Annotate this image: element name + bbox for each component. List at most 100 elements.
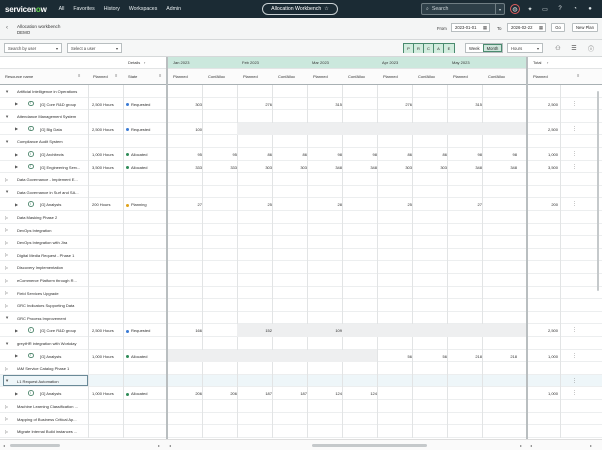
scroll-right-icon[interactable]: ▸	[158, 443, 160, 448]
state-cell[interactable]: Allocated	[126, 165, 147, 170]
project-name[interactable]: Mapping of Business Critical Ap...	[17, 417, 77, 422]
project-name[interactable]: DevOps Integration with Jira	[17, 240, 67, 245]
project-name[interactable]: Compliance Audit System	[17, 139, 63, 144]
state-header[interactable]: State	[128, 74, 137, 79]
planned-value[interactable]: 166	[170, 328, 202, 333]
expand-caret-icon[interactable]: ▶	[15, 164, 18, 169]
horizontal-scrollbar[interactable]: ◂ ▸ ◂ ▸ ◂ ▸	[0, 439, 602, 450]
planned-value[interactable]: 100	[170, 127, 202, 132]
info-icon[interactable]: i	[28, 352, 34, 359]
calendar-icon[interactable]: ▦	[483, 25, 487, 31]
planned-header[interactable]: Planned	[93, 74, 108, 79]
planned-value[interactable]: 218	[450, 354, 482, 359]
confalloc-value[interactable]: 333	[205, 165, 237, 170]
row-menu-icon[interactable]: ⋮	[572, 151, 577, 157]
nav-favorites[interactable]: Favorites	[73, 6, 94, 12]
resource-name[interactable]: [G] Architects	[40, 152, 64, 157]
resource-name[interactable]: [G] Analysts	[40, 354, 61, 359]
row-menu-icon[interactable]: ⋮	[572, 164, 577, 170]
project-name[interactable]: GRC Indicators Supporting Data	[17, 303, 74, 308]
filter-a[interactable]: A	[434, 44, 444, 53]
filter-p[interactable]: P	[404, 44, 414, 53]
project-name[interactable]: Data Governance in Surf and SA...	[17, 190, 79, 195]
confalloc-value[interactable]: 303	[415, 165, 447, 170]
confalloc-value[interactable]: 303	[275, 165, 307, 170]
details-header[interactable]: Details	[128, 60, 140, 65]
row-menu-icon[interactable]: ⋮	[572, 378, 577, 384]
column-menu-icon[interactable]: ≡	[115, 73, 117, 78]
project-name[interactable]: eCommerce Platform through R...	[17, 278, 77, 283]
info-icon[interactable]: ⓘ	[586, 43, 596, 53]
confalloc-value[interactable]: 187	[275, 391, 307, 396]
expand-caret-icon[interactable]: ▷	[5, 303, 8, 308]
expand-caret-icon[interactable]: ▶	[15, 152, 18, 157]
search-scope-dropdown[interactable]: ▾	[495, 4, 504, 15]
sparkle-icon[interactable]: ✦	[525, 3, 535, 15]
planned-value[interactable]: 56	[380, 354, 412, 359]
expand-caret-icon[interactable]: ▶	[15, 391, 18, 396]
planned-value[interactable]: 27	[450, 202, 482, 207]
star-icon[interactable]: ☆	[324, 6, 329, 12]
confalloc-value[interactable]: 86	[415, 152, 447, 157]
planned-value[interactable]: 98	[450, 152, 482, 157]
expand-caret-icon[interactable]: ▷	[5, 290, 8, 295]
resource-row[interactable]: ▶ i [G] Core R&D group 2,500 Hours Requested…	[0, 97, 602, 111]
planned-value[interactable]: 333	[170, 165, 202, 170]
project-row[interactable]: ▼ L1 Request Automation ⋮	[0, 374, 602, 388]
chevron-right-icon[interactable]: ›	[144, 60, 145, 65]
frozen-divider[interactable]	[166, 57, 168, 439]
state-cell[interactable]: Requested	[126, 102, 150, 107]
expand-caret-icon[interactable]: ▶	[15, 202, 18, 207]
confalloc-value[interactable]: 86	[275, 152, 307, 157]
vertical-scroll-thumb[interactable]	[597, 91, 599, 291]
globe-icon[interactable]: ◍	[510, 4, 520, 14]
sliders-icon[interactable]: ☰	[569, 43, 579, 53]
state-cell[interactable]: Requested	[126, 328, 150, 333]
unit-select[interactable]: Hours ▾	[507, 43, 543, 53]
confalloc-value[interactable]: 206	[205, 391, 237, 396]
collapse-caret-icon[interactable]: ▼	[5, 89, 9, 94]
state-cell[interactable]: Planning	[126, 202, 147, 207]
collapse-caret-icon[interactable]: ▼	[5, 189, 9, 194]
project-name[interactable]: Data Masking Phase 2	[17, 215, 57, 220]
state-cell[interactable]: Allocated	[126, 152, 147, 157]
row-menu-icon[interactable]: ⋮	[572, 201, 577, 207]
project-row[interactable]: ▼ Data Governance in Surf and SA...	[0, 185, 602, 199]
project-name[interactable]: Artificial Intelligence in Operations	[17, 89, 77, 94]
planned-value[interactable]: 25	[240, 202, 272, 207]
resource-row[interactable]: ▶ i [G] Analysts 200 Hours Planning 27 25 28 25 2…	[0, 198, 602, 211]
scroll-left-icon[interactable]: ◂	[3, 443, 5, 448]
scroll-left-icon[interactable]: ◂	[530, 443, 532, 448]
servicenow-logo[interactable]: servicenow	[5, 5, 47, 14]
info-icon[interactable]: i	[28, 390, 34, 396]
confalloc-value[interactable]: 56	[415, 354, 447, 359]
left-scroll-thumb[interactable]	[10, 444, 60, 447]
planned-value[interactable]: 86	[380, 152, 412, 157]
row-menu-icon[interactable]: ⋮	[572, 390, 577, 396]
confalloc-value[interactable]: 98	[345, 152, 377, 157]
nav-all[interactable]: All	[59, 6, 65, 12]
project-row[interactable]: ▷ Digital Media Request - Phase 1	[0, 248, 602, 262]
project-row[interactable]: ▷ Machine Learning Classification ...	[0, 400, 602, 413]
planned-value[interactable]: 315	[310, 102, 342, 107]
row-menu-icon[interactable]: ⋮	[572, 353, 577, 359]
collapse-caret-icon[interactable]: ▼	[5, 114, 9, 119]
calendar-icon[interactable]: ▦	[539, 25, 543, 31]
info-icon[interactable]: i	[28, 100, 34, 107]
project-name[interactable]: GRC Process Improvement	[17, 316, 66, 321]
scroll-right-icon[interactable]: ▸	[590, 443, 592, 448]
resource-row[interactable]: ▶ i [G] Big Data 2,500 Hours Requested 100 2,5…	[0, 122, 602, 136]
confalloc-value[interactable]: 218	[485, 354, 517, 359]
planned-value[interactable]: 315	[450, 102, 482, 107]
expand-caret-icon[interactable]: ▷	[5, 252, 8, 257]
planned-value[interactable]: 27	[170, 202, 202, 207]
planned-value[interactable]: 276	[240, 102, 272, 107]
confalloc-value[interactable]: 348	[345, 165, 377, 170]
collapse-caret-icon[interactable]: ▼	[5, 139, 9, 144]
info-icon[interactable]: i	[28, 201, 34, 207]
project-name[interactable]: DevOps Integration	[17, 228, 51, 233]
project-row[interactable]: ▷ DevOps Integration	[0, 223, 602, 237]
project-row[interactable]: ▼ greytHR integration with Workday	[0, 337, 602, 350]
project-name[interactable]: Digital Media Request - Phase 1	[17, 253, 74, 258]
state-cell[interactable]: Allocated	[126, 354, 147, 359]
